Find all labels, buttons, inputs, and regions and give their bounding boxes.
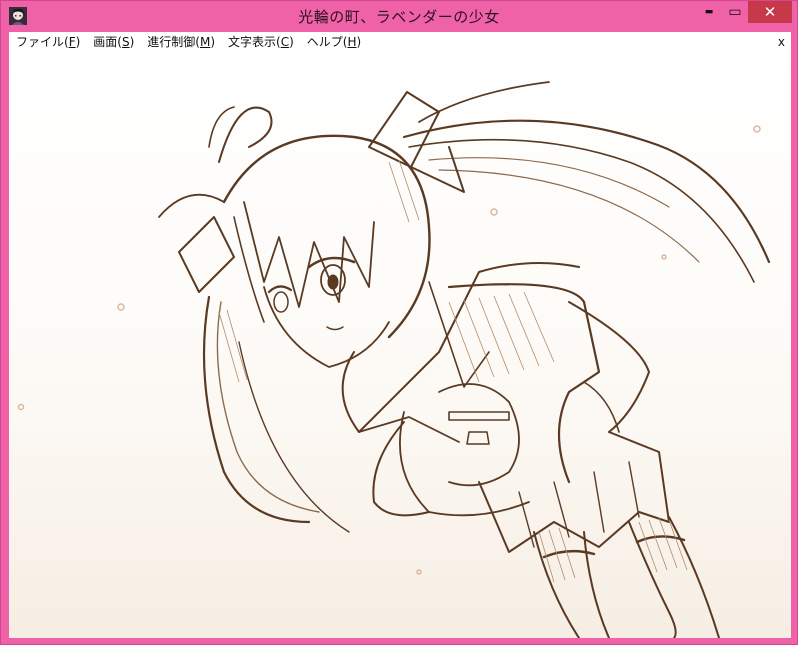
menu-text-display[interactable]: 文字表示(C) xyxy=(221,32,300,52)
maximize-icon: ▭ xyxy=(728,4,742,20)
game-scene[interactable] xyxy=(9,52,791,638)
app-character-icon[interactable] xyxy=(9,7,27,25)
menu-file[interactable]: ファイル(F) xyxy=(9,32,86,52)
minimize-button[interactable]: ▬ xyxy=(696,1,722,23)
close-icon: ✕ xyxy=(763,3,777,21)
menu-progress-control[interactable]: 進行制御(M) xyxy=(140,32,221,52)
sepia-character-illustration xyxy=(17,81,771,638)
maximize-button[interactable]: ▭ xyxy=(722,1,748,23)
close-button[interactable]: ✕ xyxy=(748,1,792,23)
menu-screen[interactable]: 画面(S) xyxy=(86,32,140,52)
menu-close-button[interactable]: x xyxy=(778,32,785,52)
application-window: 光輪の町、ラベンダーの少女 ▬ ▭ ✕ ファイル(F) 画面(S) 進行制御(M… xyxy=(0,0,798,645)
shading-hatching xyxy=(218,159,688,583)
client-area: ファイル(F) 画面(S) 進行制御(M) 文字表示(C) ヘルプ(H) x xyxy=(9,32,791,638)
menu-bar: ファイル(F) 画面(S) 進行制御(M) 文字表示(C) ヘルプ(H) x xyxy=(9,32,791,52)
title-bar[interactable]: 光輪の町、ラベンダーの少女 ▬ ▭ ✕ xyxy=(1,1,797,32)
window-title: 光輪の町、ラベンダーの少女 xyxy=(298,8,500,26)
menu-help[interactable]: ヘルプ(H) xyxy=(300,32,367,52)
petal-sparkles xyxy=(17,125,761,575)
minimize-icon: ▬ xyxy=(704,7,714,17)
